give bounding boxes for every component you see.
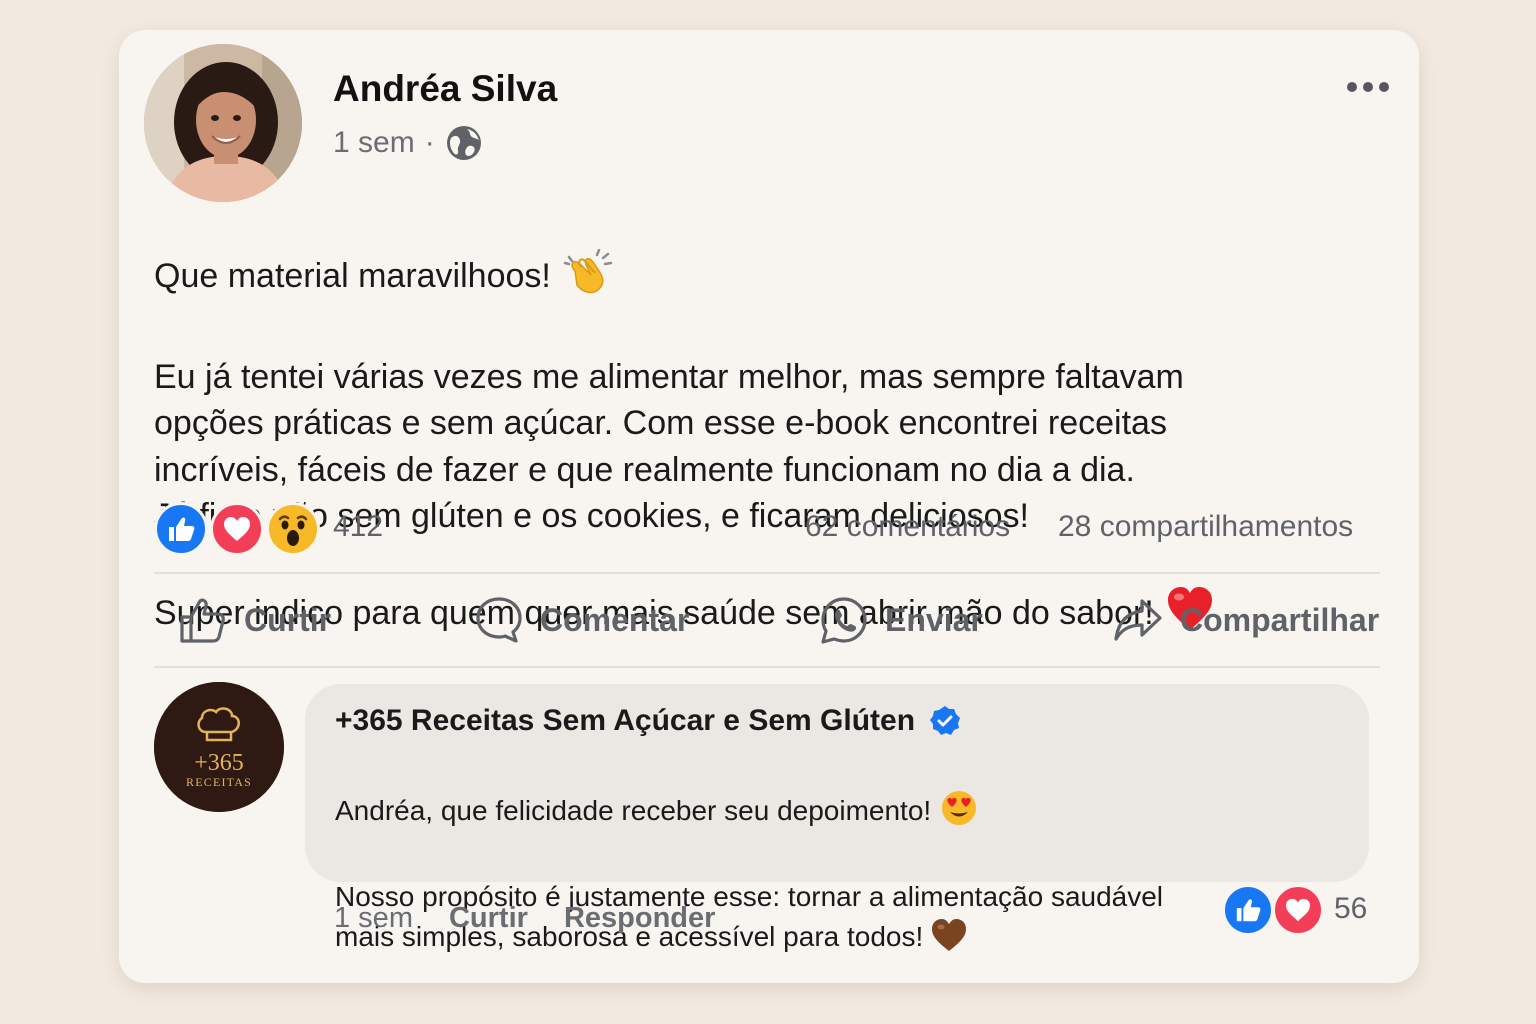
share-button[interactable]: Compartilhar: [1112, 575, 1379, 665]
send-label: Enviar: [885, 601, 983, 638]
like-icon: [1222, 884, 1274, 936]
comment-bubble: +365 Receitas Sem Açúcar e Sem Glúten An…: [305, 684, 1369, 952]
author-avatar[interactable]: [144, 44, 302, 202]
send-button[interactable]: Enviar: [819, 575, 983, 665]
comment-meta: 1 sem Curtir Responder: [334, 902, 715, 935]
love-icon: [210, 502, 264, 556]
thumbs-up-icon: [180, 598, 225, 643]
action-bar: Curtir Comentar Enviar Compartilhar: [154, 575, 1380, 665]
author-photo: [144, 44, 302, 202]
shares-count[interactable]: 28 compartilhamentos: [1058, 510, 1353, 544]
dot-icon: [1363, 82, 1373, 92]
share-arrow-icon: [1114, 599, 1162, 641]
like-icon: [154, 502, 208, 556]
love-icon: [1272, 884, 1324, 936]
comment-like-button[interactable]: Curtir: [449, 902, 528, 935]
whatsapp-icon: [821, 597, 867, 644]
heart-eyes-icon: [941, 790, 977, 837]
brown-heart-icon: [931, 918, 967, 963]
comment-author[interactable]: +365 Receitas Sem Açúcar e Sem Glúten: [335, 704, 961, 738]
wow-icon: [266, 502, 320, 556]
comment-text: Andréa, que felicidade receber seu depoi…: [335, 750, 1345, 1003]
comment-line-1-text: Andréa, que felicidade receber seu depoi…: [335, 795, 932, 826]
comments-count[interactable]: 62 comentários: [805, 510, 1010, 544]
comment-icon: [476, 597, 522, 643]
post-card: Andréa Silva 1 sem · Que material maravi…: [119, 30, 1419, 983]
reaction-count[interactable]: 412: [333, 510, 383, 544]
comment-reply-button[interactable]: Responder: [564, 902, 715, 935]
comment-button[interactable]: Comentar: [474, 575, 689, 665]
verified-badge-icon: [930, 706, 961, 735]
comment-label: Comentar: [540, 601, 690, 638]
dot-icon: [1379, 82, 1389, 92]
post-line-1-text: Que material maravilhoos!: [154, 256, 551, 295]
clapping-hands-icon: [563, 248, 613, 308]
share-label: Compartilhar: [1180, 601, 1380, 638]
comment-line-1: Andréa, que felicidade receber seu depoi…: [335, 790, 1345, 837]
comment-author-name[interactable]: +365 Receitas Sem Açúcar e Sem Glúten: [335, 704, 915, 738]
divider: [154, 572, 1380, 574]
post-meta: 1 sem ·: [333, 124, 483, 162]
post-time[interactable]: 1 sem: [333, 126, 415, 160]
reaction-summary[interactable]: [154, 502, 324, 556]
like-label: Curtir: [244, 601, 332, 638]
author-name[interactable]: Andréa Silva: [333, 68, 557, 110]
meta-separator: ·: [424, 126, 435, 159]
comment-reaction-count: 56: [1334, 892, 1368, 925]
comment-reactions[interactable]: 56: [1222, 884, 1382, 936]
page-logo: +365 RECEITAS: [154, 682, 284, 812]
post-line-1: Que material maravilhoos!: [154, 248, 1384, 308]
logo-word: RECEITAS: [186, 775, 252, 789]
post-stats: 412 62 comentários 28 compartilhamentos: [154, 502, 1379, 556]
comment-time[interactable]: 1 sem: [334, 902, 413, 935]
globe-icon: [446, 126, 481, 160]
logo-number: +365: [194, 750, 244, 776]
like-button[interactable]: Curtir: [178, 575, 331, 665]
dot-icon: [1347, 82, 1357, 92]
divider: [154, 666, 1380, 668]
page-avatar[interactable]: +365 RECEITAS: [154, 682, 284, 812]
more-options-button[interactable]: [1347, 82, 1389, 92]
